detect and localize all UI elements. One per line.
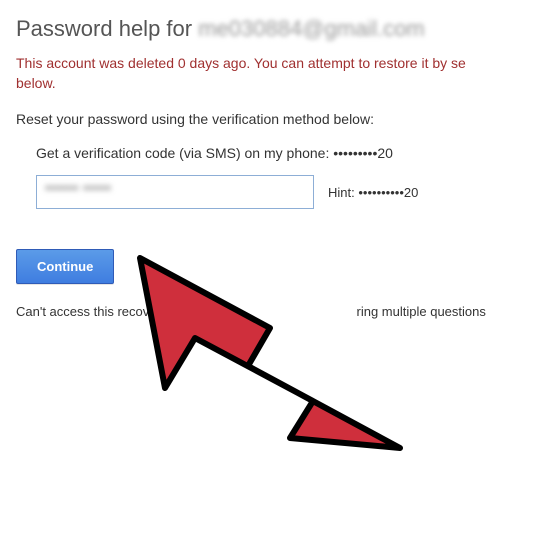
account-deleted-warning: This account was deleted 0 days ago. You…: [16, 54, 535, 93]
input-blurred-value: •••••• •••••: [45, 180, 111, 198]
continue-button[interactable]: Continue: [16, 249, 114, 284]
phone-hint: Hint: ••••••••••20: [328, 185, 418, 200]
cant-access-recovery-line: Can't access this recov ring multiple qu…: [16, 304, 535, 319]
access-line-right: ring multiple questions: [357, 304, 486, 319]
page-title: Password help for me030884@gmail.com: [16, 16, 535, 42]
hint-label: Hint:: [328, 185, 355, 200]
access-line-left: Can't access this recov: [16, 304, 149, 319]
sms-verification-option: Get a verification code (via SMS) on my …: [36, 145, 535, 161]
verification-code-input[interactable]: •••••• •••••: [36, 175, 314, 209]
account-email: me030884@gmail.com: [198, 16, 425, 41]
title-prefix: Password help for: [16, 16, 198, 41]
hint-value: ••••••••••20: [358, 185, 418, 200]
reset-instruction: Reset your password using the verificati…: [16, 111, 535, 127]
